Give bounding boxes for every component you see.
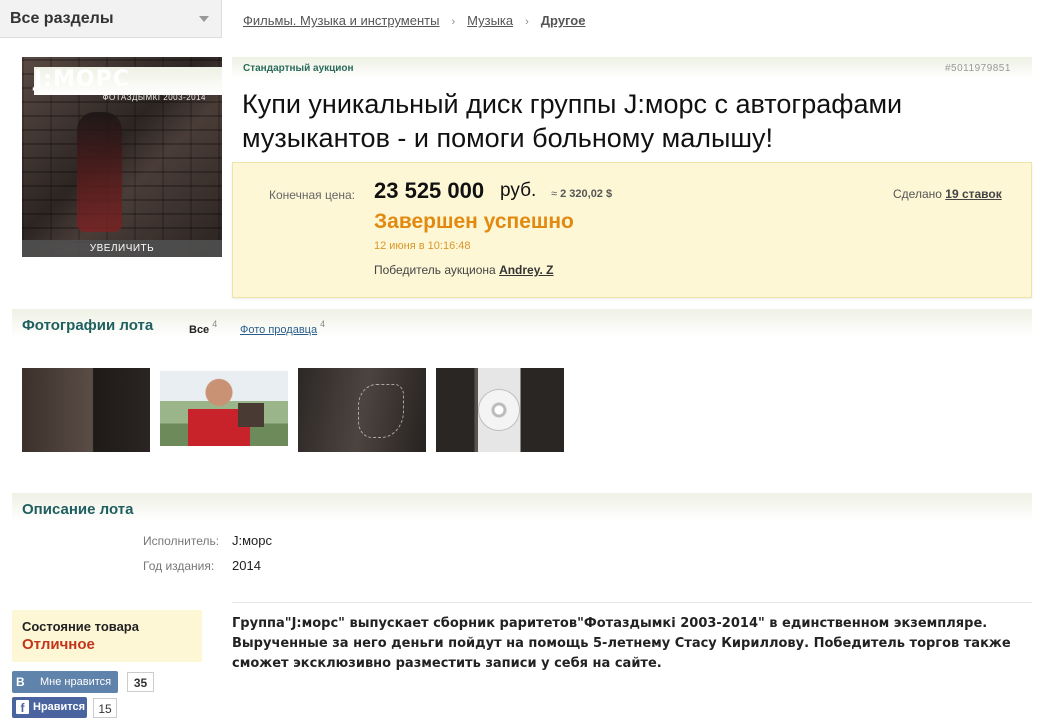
breadcrumb: Фильмы. Музыка и инструменты › Музыка › Друг… — [243, 13, 585, 28]
all-sections-dropdown[interactable]: Все разделы — [0, 0, 222, 38]
cover-band-name: J:МОРС — [34, 67, 222, 95]
approx-sign: ≈ — [551, 188, 558, 200]
tab-seller-photos[interactable]: Фото продавца 4 — [240, 319, 325, 336]
auction-winner: Победитель аукциона Andrey. Z — [374, 263, 554, 277]
cover-figure — [77, 112, 122, 232]
condition-value: Отличное — [22, 636, 95, 653]
tab-seller-count: 4 — [320, 319, 326, 329]
final-price-label: Конечная цена: — [269, 188, 355, 202]
description-section-band — [12, 493, 1032, 521]
photos-section-band — [12, 309, 1032, 337]
breadcrumb-item-other[interactable]: Другое — [541, 13, 586, 28]
final-price-value: 23 525 000 — [374, 178, 485, 203]
tab-all-photos[interactable]: Все 4 — [189, 319, 217, 336]
condition-label: Состояние товара — [22, 619, 139, 634]
photo-thumbnail-3[interactable] — [298, 368, 426, 452]
bids-prefix: Сделано — [893, 187, 942, 201]
lot-description-text: Группа"J:морс" выпускает сборник раритет… — [232, 616, 1011, 671]
description-section-title: Описание лота — [22, 501, 134, 518]
winner-link[interactable]: Andrey. Z — [499, 263, 553, 277]
zoom-button[interactable]: УВЕЛИЧИТЬ — [22, 240, 222, 257]
tab-seller-label: Фото продавца — [240, 324, 318, 336]
all-sections-label: Все разделы — [10, 10, 114, 27]
bids-link[interactable]: 19 ставок — [945, 187, 1001, 201]
page-title: Купи уникальный диск группы J:морс с авт… — [242, 89, 903, 153]
divider — [232, 602, 1032, 603]
chevron-right-icon: › — [525, 16, 529, 28]
field-label-artist: Исполнитель: — [143, 534, 220, 548]
chevron-down-icon — [199, 16, 209, 22]
tab-all-count: 4 — [212, 319, 218, 329]
tab-all-label: Все — [189, 324, 210, 336]
vk-like-count: 35 — [127, 672, 154, 692]
vk-icon: В — [16, 675, 25, 689]
breadcrumb-item-music[interactable]: Музыка — [467, 13, 513, 28]
breadcrumb-item-films[interactable]: Фильмы. Музыка и инструменты — [243, 13, 439, 28]
thumb-autograph — [358, 384, 404, 438]
facebook-icon: f — [16, 700, 29, 715]
chevron-right-icon: › — [451, 16, 456, 28]
photo-thumbnail-2[interactable] — [160, 371, 288, 446]
auction-end-date: 12 июня в 10:16:48 — [374, 240, 471, 252]
price-currency: руб. — [500, 180, 537, 201]
winner-label: Победитель аукциона — [374, 263, 496, 277]
fb-like-count: 15 — [93, 698, 117, 718]
auction-type: Стандартный аукцион — [243, 63, 354, 74]
field-value-artist: J:морс — [232, 533, 273, 548]
field-label-year: Год издания: — [143, 559, 215, 573]
photo-thumbnail-4[interactable] — [436, 368, 564, 452]
price-box — [232, 162, 1032, 298]
condition-box: Состояние товара Отличное — [12, 610, 202, 662]
photos-section-title: Фотографии лота — [22, 317, 154, 334]
price-approx: ≈ 2 320,02 $ — [551, 188, 612, 200]
lot-main-image[interactable]: J:МОРС ФОТАЗДЫМКI 2003-2014 УВЕЛИЧИТЬ — [22, 57, 222, 257]
photo-thumbnail-1[interactable] — [22, 368, 150, 452]
vk-like-label: Мне нравится — [40, 676, 112, 688]
cover-album-name: ФОТАЗДЫМКI 2003-2014 — [102, 93, 206, 102]
auction-status: Завершен успешно — [374, 210, 574, 233]
vk-like-button[interactable]: В Мне нравится — [12, 671, 118, 693]
thumb-disc — [238, 403, 264, 427]
approx-usd: 2 320,02 $ — [560, 188, 613, 200]
bids-count: Сделано 19 ставок — [893, 187, 1002, 201]
thumb-cd — [479, 390, 519, 430]
fb-like-button[interactable]: f Нравится — [12, 697, 87, 718]
lot-id: #5011979851 — [945, 63, 1011, 74]
field-value-year: 2014 — [232, 558, 261, 573]
fb-like-label: Нравится — [33, 701, 86, 713]
